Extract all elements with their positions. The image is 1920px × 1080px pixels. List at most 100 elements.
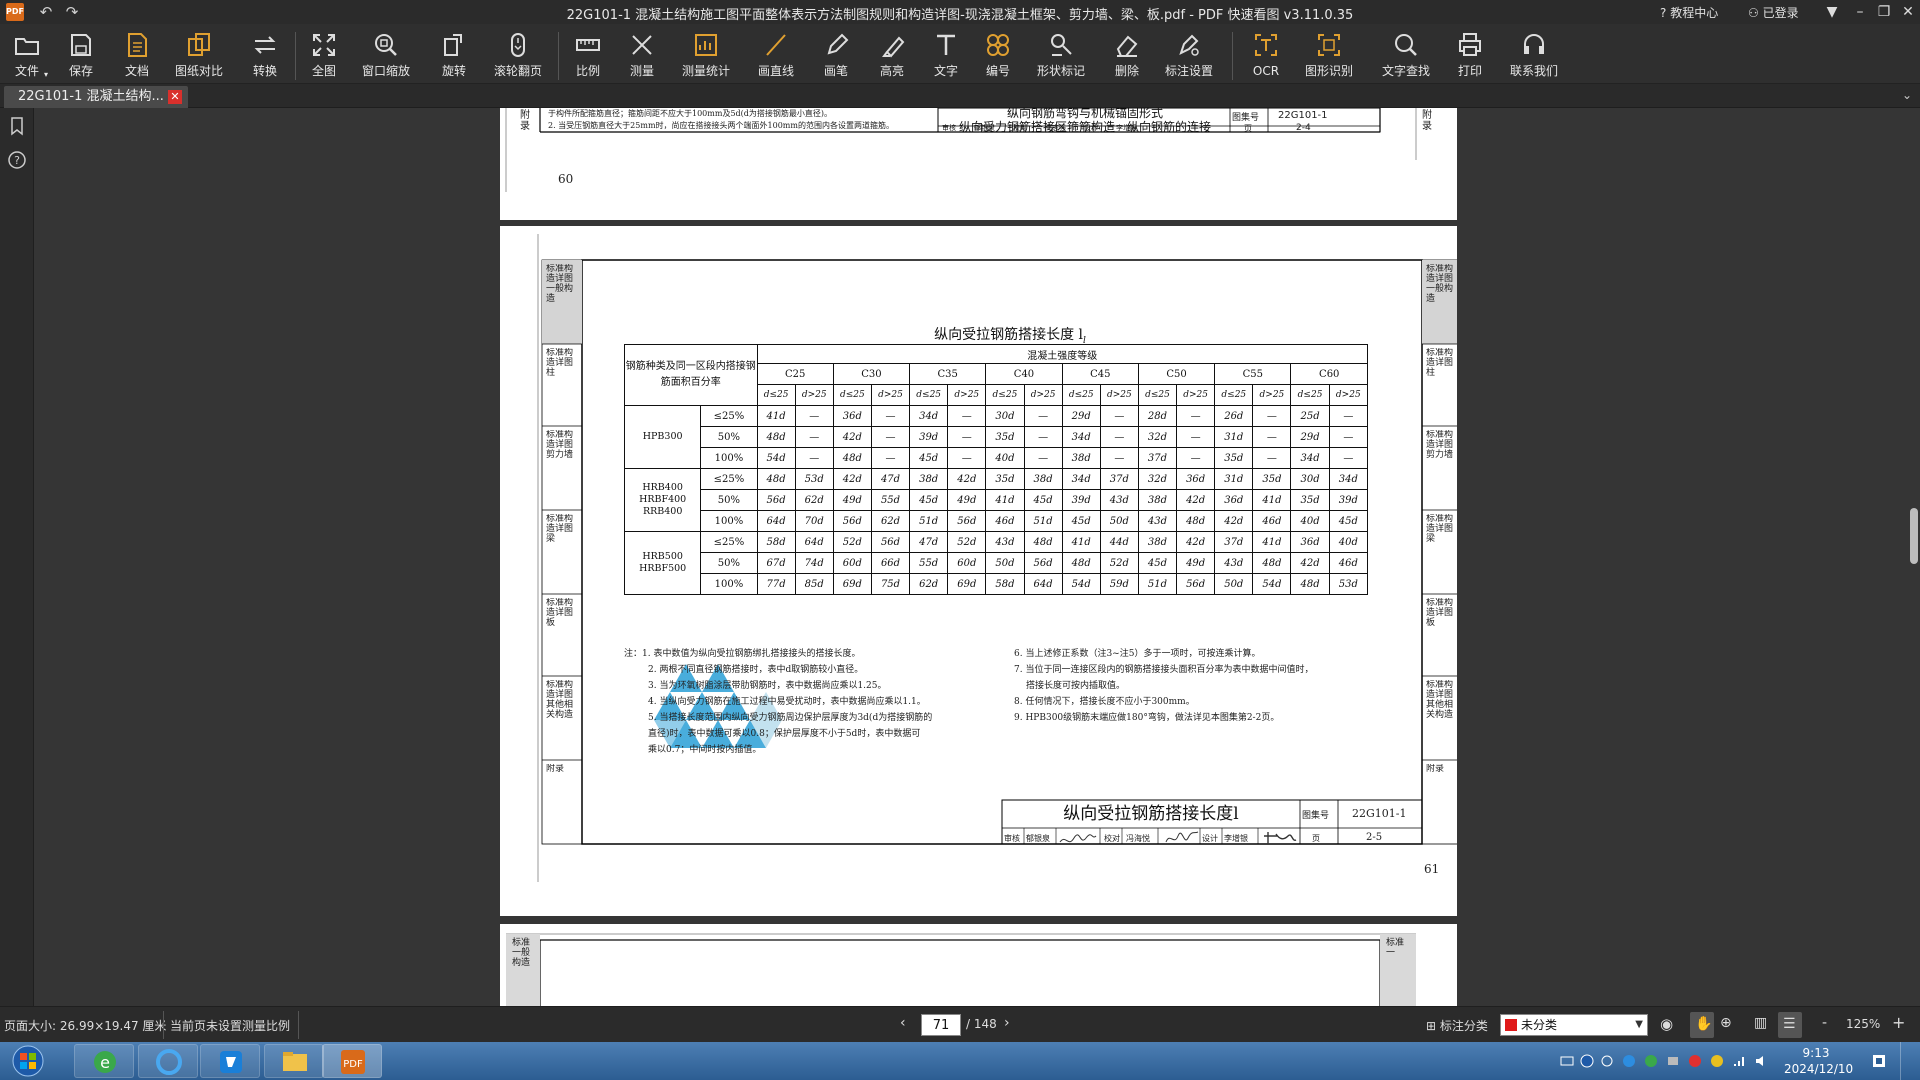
mark-settings-button[interactable]: 标注设置 bbox=[1160, 28, 1218, 82]
toolbar-separator bbox=[1232, 32, 1233, 80]
taskbar-pdf-viewer-button[interactable]: PDF bbox=[322, 1044, 382, 1078]
fit-all-button[interactable]: 全图 bbox=[304, 28, 344, 82]
windows-start-icon[interactable] bbox=[8, 1044, 48, 1078]
draw-line-button[interactable]: 画直线 bbox=[752, 28, 800, 82]
menu-dropdown-button[interactable]: ▼ bbox=[1820, 0, 1844, 24]
window-zoom-button[interactable]: 窗口缩放 bbox=[356, 28, 416, 82]
taskbar-app-button[interactable] bbox=[200, 1044, 260, 1078]
highlight-menu-button[interactable]: 高亮 bbox=[870, 28, 914, 82]
zoom-out-button[interactable]: - bbox=[1822, 1015, 1827, 1031]
antivirus-tray-icon[interactable] bbox=[1688, 1054, 1702, 1068]
value-cell: 47d bbox=[909, 531, 949, 553]
value-cell: 32d bbox=[1137, 426, 1178, 448]
measure-stats-button[interactable]: 测量统计 bbox=[678, 28, 734, 82]
taskbar-browser-button[interactable] bbox=[138, 1044, 198, 1078]
volume-icon[interactable] bbox=[1754, 1054, 1768, 1068]
chevron-down-icon[interactable]: ⌄ bbox=[1902, 88, 1912, 102]
app-tray-icon[interactable] bbox=[1710, 1054, 1724, 1068]
clock[interactable]: 9:13 2024/12/10 bbox=[1784, 1045, 1853, 1080]
taskbar-explorer-button[interactable] bbox=[264, 1044, 324, 1078]
signal-icon[interactable] bbox=[1732, 1054, 1746, 1068]
next-page-button[interactable]: › bbox=[1004, 1015, 1010, 1031]
grade-header: C25 bbox=[756, 363, 834, 385]
close-tab-button[interactable]: ✕ bbox=[168, 90, 182, 104]
value-cell: 56d bbox=[756, 489, 796, 511]
redo-icon[interactable]: ↷ bbox=[62, 2, 82, 22]
value-cell: 85d bbox=[794, 573, 834, 595]
value-cell: 41d bbox=[756, 405, 796, 427]
input-method-icon[interactable] bbox=[1600, 1054, 1614, 1068]
help-icon[interactable]: ? bbox=[7, 150, 27, 170]
continuous-view-button[interactable]: ☰ bbox=[1778, 1012, 1802, 1038]
security-tray-icon[interactable] bbox=[1644, 1054, 1658, 1068]
pen-button[interactable]: 画笔 bbox=[816, 28, 856, 82]
undo-icon[interactable]: ↶ bbox=[36, 2, 56, 22]
value-cell: 34d bbox=[1290, 447, 1330, 469]
document-menu-button[interactable]: 文档 bbox=[114, 28, 160, 82]
mark-settings-label: 标注设置 bbox=[1164, 64, 1213, 78]
scale-note-text: 当前页未设置测量比例 bbox=[170, 1019, 291, 1033]
category-select[interactable]: 未分类 ▼ bbox=[1500, 1014, 1648, 1036]
number-button[interactable]: 编号 bbox=[978, 28, 1018, 82]
page-number-input[interactable]: 71 bbox=[921, 1014, 961, 1036]
browser-tray-icon[interactable] bbox=[1622, 1054, 1636, 1068]
shape-mark-menu-button[interactable]: 形状标记 bbox=[1032, 28, 1090, 82]
file-menu-button[interactable]: 文件 ▾ bbox=[6, 28, 48, 82]
value-cell: 38d bbox=[1137, 531, 1178, 553]
print-button[interactable]: 打印 bbox=[1450, 28, 1490, 82]
notification-icon[interactable] bbox=[1872, 1054, 1886, 1068]
measure-button[interactable]: 测量 bbox=[622, 28, 662, 82]
mark-category-button[interactable]: ⊞ 标注分类 bbox=[1426, 1017, 1488, 1034]
value-cell: 35d bbox=[985, 468, 1025, 490]
compare-button[interactable]: 图纸对比 bbox=[172, 28, 226, 82]
note-line: 乘以0.7；中间时按内插值。 bbox=[648, 745, 762, 755]
value-cell: — bbox=[1328, 426, 1369, 448]
minimize-button[interactable]: – bbox=[1848, 0, 1872, 24]
single-page-view-icon[interactable]: ▥ bbox=[1754, 1015, 1767, 1031]
text-search-button[interactable]: 文字查找 bbox=[1378, 28, 1434, 82]
eye-icon[interactable]: ◉ bbox=[1660, 1015, 1673, 1033]
show-desktop-button[interactable] bbox=[1900, 1042, 1920, 1080]
account-link[interactable]: ⚇ 已登录 bbox=[1748, 4, 1799, 21]
search-icon bbox=[1395, 34, 1417, 56]
document-viewer[interactable]: 附录 于构件所配箍筋直径；箍筋间距不应大于100mm及5d(d为搭接钢筋最小直径… bbox=[34, 108, 1920, 1006]
ocr-menu-button[interactable]: OCR bbox=[1244, 28, 1288, 82]
text-menu-button[interactable]: 文字 bbox=[924, 28, 968, 82]
document-tab[interactable]: 22G101-1 混凝土结构... ✕ bbox=[4, 86, 188, 108]
app-logo-icon[interactable]: PDF bbox=[6, 3, 24, 21]
zoom-in-button[interactable]: + bbox=[1892, 1013, 1905, 1032]
scale-button[interactable]: 比例 bbox=[568, 28, 608, 82]
shape-recognize-button[interactable]: 图形识别 bbox=[1300, 28, 1358, 82]
convert-menu-button[interactable]: 转换 bbox=[244, 28, 286, 82]
delete-menu-button[interactable]: 删除 bbox=[1106, 28, 1148, 82]
keyboard-icon[interactable] bbox=[1560, 1054, 1574, 1068]
bookmark-icon[interactable] bbox=[7, 116, 27, 136]
value-cell: — bbox=[870, 447, 911, 469]
value-cell: 60d bbox=[832, 552, 872, 574]
add-page-icon[interactable]: ⊕ bbox=[1720, 1015, 1732, 1031]
diameter-sub-header: d≤25 bbox=[1290, 384, 1330, 406]
help-tray-icon[interactable] bbox=[1580, 1054, 1594, 1068]
vertical-scrollbar-thumb[interactable] bbox=[1910, 508, 1918, 564]
taskbar-ie-button[interactable]: e bbox=[74, 1044, 134, 1078]
close-window-button[interactable]: ✕ bbox=[1896, 0, 1920, 24]
zoom-level[interactable]: 125% bbox=[1846, 1017, 1880, 1031]
next-left-tab: 标准一般构造 bbox=[512, 938, 531, 968]
network-tray-icon[interactable] bbox=[1666, 1054, 1680, 1068]
value-cell: — bbox=[947, 405, 987, 427]
value-cell: 45d bbox=[1023, 489, 1063, 511]
restore-button[interactable]: ❐ bbox=[1872, 0, 1896, 24]
scroll-page-button[interactable]: 滚轮翻页 bbox=[488, 28, 548, 82]
prev-page-button[interactable]: ‹ bbox=[900, 1015, 906, 1031]
hand-tool-button[interactable]: ✋ bbox=[1690, 1012, 1714, 1038]
value-cell: 58d bbox=[985, 573, 1025, 595]
steel-type-cell: HRB400 HRBF400 RRB400 bbox=[623, 468, 702, 532]
contact-button[interactable]: 联系我们 bbox=[1506, 28, 1562, 82]
notes-right: 6. 当上述修正系数（注3~注5）多于一项时，可按连乘计算。 7. 当位于同一连接… bbox=[1014, 646, 1374, 726]
value-cell: 36d bbox=[1290, 531, 1330, 553]
rotate-menu-button[interactable]: 旋转 bbox=[432, 28, 476, 82]
help-center-link[interactable]: ? 教程中心 bbox=[1660, 4, 1718, 21]
save-button[interactable]: 保存 bbox=[60, 28, 102, 82]
value-cell: 64d bbox=[756, 510, 796, 532]
diameter-sub-header: d≤25 bbox=[756, 384, 796, 406]
